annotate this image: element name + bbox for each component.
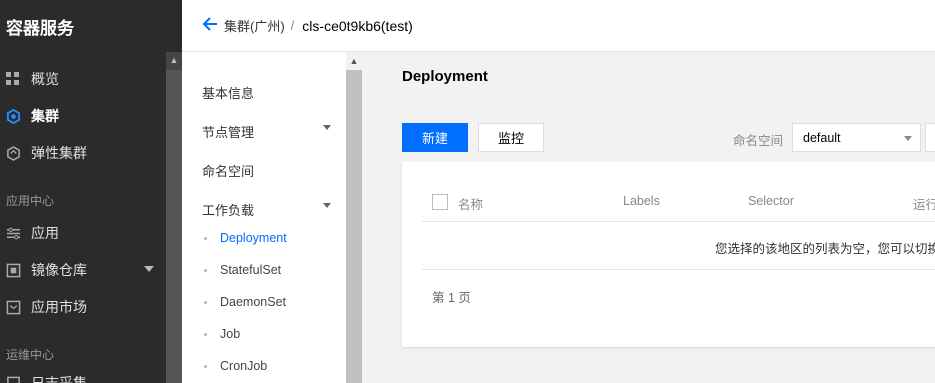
subnav-child-job[interactable]: Job (204, 327, 240, 341)
namespace-select[interactable]: default (792, 123, 921, 152)
monitor-button[interactable]: 监控 (478, 123, 544, 152)
namespace-label: 命名空间 (733, 134, 784, 148)
sidebar-item-label: 概览 (31, 71, 59, 87)
subnav-item-basic-info[interactable]: 基本信息 (202, 83, 254, 102)
subnav-child-cronjob[interactable]: CronJob (204, 359, 267, 373)
sidebar-item-label: 镜像仓库 (31, 262, 87, 278)
scrollbar-thumb[interactable] (166, 70, 182, 383)
cluster-name: cls-ce0t9kb6(test) (302, 17, 413, 34)
table-empty-row: 您选择的该地区的列表为空，您可以切换到 (422, 222, 935, 270)
subnav-item-node-management[interactable]: 节点管理 (202, 122, 254, 141)
subnav-child-deployment[interactable]: Deployment (204, 231, 287, 245)
chevron-down-icon[interactable] (323, 125, 331, 130)
subnav-child-statefulset[interactable]: StatefulSet (204, 263, 281, 277)
column-header-selector: Selector (748, 194, 794, 208)
page-title: Deployment (402, 68, 488, 85)
back-arrow-icon[interactable] (202, 15, 218, 36)
sidebar-item-market[interactable]: 应用市场 (0, 292, 166, 322)
chevron-down-icon[interactable] (323, 203, 331, 208)
market-icon (5, 299, 21, 315)
nav-section-app: 应用中心 (6, 194, 55, 208)
bullet-icon (204, 300, 207, 304)
subnav-child-label: Job (220, 327, 241, 341)
filter-input-partial[interactable] (925, 123, 935, 152)
sidebar-item-label: 应用 (31, 225, 59, 241)
subnav-child-label: Deployment (220, 231, 287, 245)
empty-message: 您选择的该地区的列表为空，您可以切换到 (715, 242, 935, 256)
sidebar-item-label: 弹性集群 (31, 145, 87, 161)
sidebar-item-app[interactable]: 应用 (0, 218, 166, 248)
sidebar-item-cluster[interactable]: 集群 (0, 101, 166, 131)
sidebar-scrollbar[interactable]: ▲ (166, 52, 182, 383)
main-sidebar: 容器服务 概览 集群 弹性集群 应用中心 应用 镜像仓库 应用市场 运维中心 日… (0, 0, 182, 383)
create-button[interactable]: 新建 (402, 123, 468, 152)
column-header-running: 运行 (913, 198, 935, 212)
subnav-item-namespace[interactable]: 命名空间 (202, 161, 254, 180)
select-all-checkbox[interactable] (432, 194, 448, 210)
sidebar-item-elastic-cluster[interactable]: 弹性集群 (0, 138, 166, 168)
grid-icon (5, 71, 21, 87)
table-header: 名称 Labels Selector 运行 (422, 188, 935, 222)
registry-icon (5, 262, 21, 278)
subnav-child-label: CronJob (220, 359, 268, 373)
sidebar-item-log[interactable]: 日志采集 (0, 368, 166, 383)
log-icon (5, 375, 21, 383)
bullet-icon (204, 268, 207, 272)
cluster-subnav: 基本信息 节点管理 命名空间 工作负载 Deployment StatefulS… (182, 52, 346, 383)
sidebar-item-overview[interactable]: 概览 (0, 64, 166, 94)
column-header-name: 名称 (458, 198, 484, 212)
pagination-text: 第 1 页 (432, 291, 471, 305)
subnav-scrollbar[interactable]: ▲ (346, 52, 362, 383)
nav-section-ops: 运维中心 (6, 348, 55, 362)
sidebar-item-registry[interactable]: 镜像仓库 (0, 255, 166, 285)
app-root: 容器服务 概览 集群 弹性集群 应用中心 应用 镜像仓库 应用市场 运维中心 日… (0, 0, 935, 383)
cluster-icon (5, 108, 21, 124)
sidebar-item-label: 应用市场 (31, 299, 87, 315)
subnav-child-label: DaemonSet (220, 295, 287, 309)
bullet-icon (204, 364, 207, 368)
namespace-value: default (803, 130, 841, 145)
sidebar-item-label: 日志采集 (31, 375, 87, 383)
subnav-child-label: StatefulSet (220, 263, 282, 277)
breadcrumb-cluster[interactable]: 集群(广州) (224, 16, 285, 35)
breadcrumb-separator: / (290, 18, 295, 33)
sidebar-item-label: 集群 (31, 108, 59, 124)
column-header-labels: Labels (623, 194, 660, 208)
scroll-up-icon[interactable]: ▲ (166, 52, 182, 68)
main-content: Deployment 新建 监控 命名空间 default 名称 Labels … (362, 52, 935, 383)
chevron-down-icon (904, 136, 912, 141)
chevron-down-icon (144, 266, 154, 272)
deployment-table-card: 名称 Labels Selector 运行 您选择的该地区的列表为空，您可以切换… (402, 162, 935, 347)
subnav-item-workload[interactable]: 工作负载 (202, 200, 254, 219)
scroll-up-icon[interactable]: ▲ (346, 52, 362, 70)
bullet-icon (204, 332, 207, 336)
page-header: 集群(广州) / cls-ce0t9kb6(test) (182, 0, 935, 52)
app-icon (5, 225, 21, 241)
app-title: 容器服务 (6, 19, 74, 38)
bullet-icon (204, 236, 207, 240)
elastic-cluster-icon (5, 145, 21, 161)
subnav-child-daemonset[interactable]: DaemonSet (204, 295, 286, 309)
